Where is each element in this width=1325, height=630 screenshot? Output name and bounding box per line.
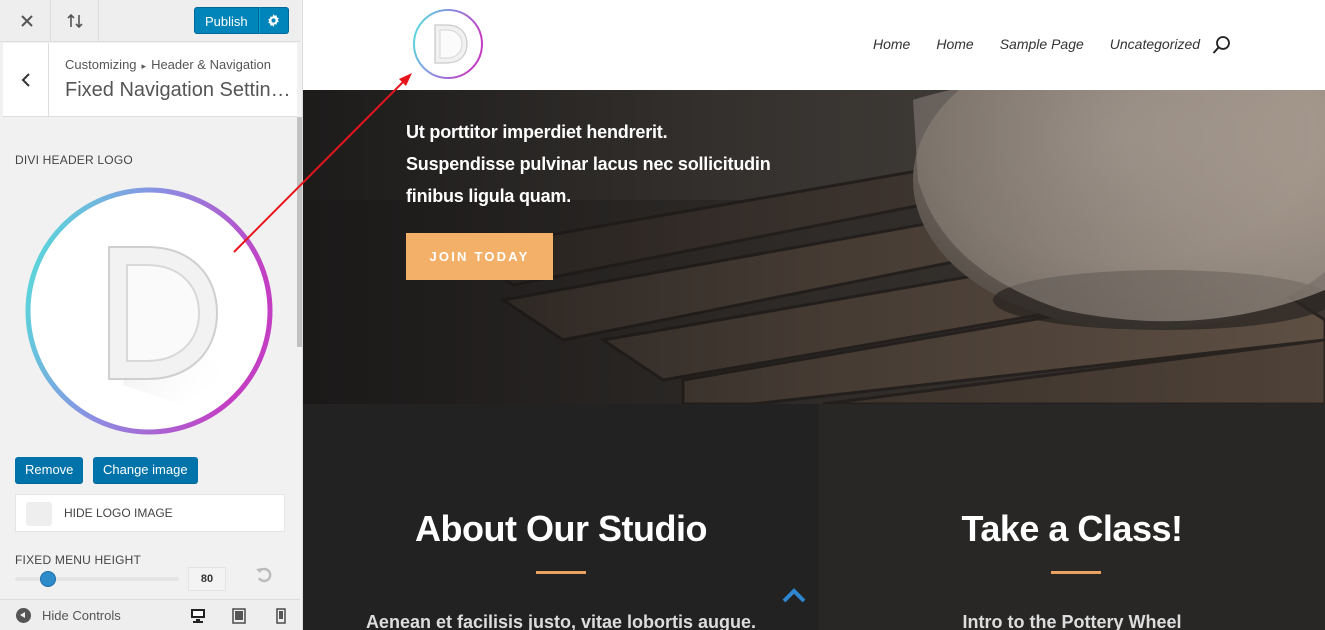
about-title: About Our Studio: [415, 508, 707, 549]
nav-link-home[interactable]: Home: [873, 36, 910, 52]
controls-panel: DIVI HEADER LOGO Remove Change image HID…: [3, 117, 297, 599]
hero-line-1: Ut porttitor imperdiet hendrerit.: [406, 122, 668, 142]
hero-text: Ut porttitor imperdiet hendrerit. Suspen…: [406, 116, 826, 212]
customizer-sidebar: Publish Customizing ▸ Header & Navigation …: [0, 0, 303, 630]
section-title: Fixed Navigation Settin…: [65, 79, 291, 101]
hero-line-3: finibus ligula quam.: [406, 186, 572, 206]
menu-height-input[interactable]: 80: [188, 567, 226, 591]
hero-line-2: Suspendisse pulvinar lacus nec sollicitu…: [406, 154, 771, 174]
gear-icon[interactable]: [258, 7, 289, 34]
hide-logo-checkbox[interactable]: [26, 502, 52, 526]
nav-link-uncategorized[interactable]: Uncategorized: [1110, 36, 1200, 52]
customizer-toolbar: Publish: [0, 0, 300, 42]
desktop-preview-icon[interactable]: [188, 606, 208, 626]
hide-logo-option[interactable]: HIDE LOGO IMAGE: [15, 494, 285, 532]
hide-logo-label: HIDE LOGO IMAGE: [64, 506, 173, 520]
tablet-preview-icon[interactable]: [229, 606, 249, 626]
reset-icon[interactable]: [255, 566, 273, 589]
about-column: About Our Studio Aenean et facilisis jus…: [303, 404, 819, 630]
site-preview: Home Home Sample Page Uncategorized Ut p…: [303, 0, 1325, 630]
breadcrumb-parent: Header & Navigation: [151, 57, 272, 72]
hero-section: Ut porttitor imperdiet hendrerit. Suspen…: [303, 90, 1325, 404]
title-divider: [1051, 571, 1101, 574]
back-arrow-icon[interactable]: [3, 43, 49, 117]
site-header: Home Home Sample Page Uncategorized: [303, 0, 1325, 90]
menu-height-slider[interactable]: [15, 571, 179, 587]
join-today-button[interactable]: JOIN TODAY: [406, 233, 553, 280]
close-icon[interactable]: [3, 0, 51, 42]
breadcrumb-root: Customizing: [65, 57, 137, 72]
search-icon[interactable]: [1211, 34, 1233, 56]
sort-arrows-icon[interactable]: [51, 0, 99, 42]
menu-height-label: FIXED MENU HEIGHT: [15, 553, 142, 567]
publish-group: Publish: [194, 7, 289, 34]
mobile-preview-icon[interactable]: [271, 606, 291, 626]
title-divider: [536, 571, 586, 574]
slider-handle[interactable]: [39, 571, 56, 587]
hide-controls-label: Hide Controls: [42, 608, 121, 623]
breadcrumb: Customizing ▸ Header & Navigation: [65, 57, 271, 72]
site-navigation: Home Home Sample Page Uncategorized: [873, 36, 1226, 52]
publish-button[interactable]: Publish: [194, 7, 259, 34]
section-header: Customizing ▸ Header & Navigation Fixed Na…: [3, 43, 297, 117]
customizer-footer: Hide Controls: [0, 599, 300, 630]
about-text: Aenean et facilisis justo, vitae loborti…: [365, 612, 757, 630]
nav-link-home-2[interactable]: Home: [936, 36, 973, 52]
logo-preview-image[interactable]: [23, 185, 275, 437]
chevron-up-icon[interactable]: [781, 586, 807, 606]
class-text: Intro to the Pottery Wheel: [962, 612, 1182, 630]
logo-control-label: DIVI HEADER LOGO: [15, 153, 133, 167]
change-image-button[interactable]: Change image: [93, 457, 198, 483]
caret-right-icon: ▸: [141, 61, 147, 71]
collapse-icon: [16, 608, 31, 623]
remove-logo-button[interactable]: Remove: [15, 457, 84, 483]
site-logo[interactable]: [412, 8, 484, 80]
hide-controls-button[interactable]: Hide Controls: [16, 608, 121, 623]
class-title: Take a Class!: [961, 508, 1183, 549]
class-column: Take a Class! Intro to the Pottery Wheel: [819, 404, 1325, 630]
nav-link-sample-page[interactable]: Sample Page: [1000, 36, 1084, 52]
